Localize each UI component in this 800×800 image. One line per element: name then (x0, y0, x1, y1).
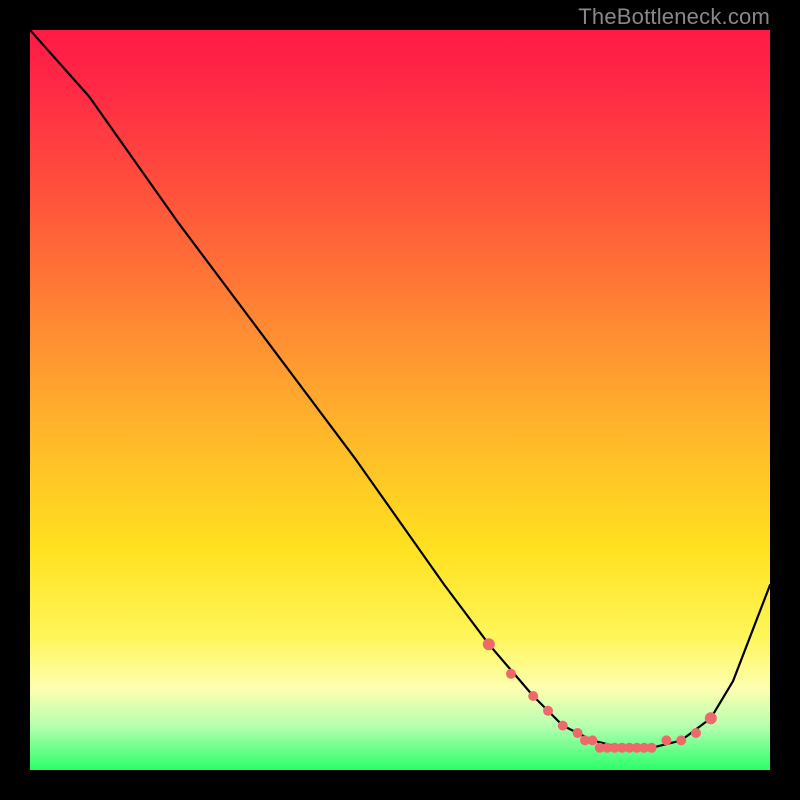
highlight-dot (506, 669, 516, 679)
highlight-dot (705, 712, 717, 724)
highlight-dot (573, 728, 583, 738)
highlight-dot (587, 735, 597, 745)
chart-frame: TheBottleneck.com (0, 0, 800, 800)
curve-svg (30, 30, 770, 770)
highlight-dot (647, 743, 657, 753)
highlight-dot (661, 735, 671, 745)
attribution-label: TheBottleneck.com (578, 4, 770, 30)
bottleneck-curve-line (30, 30, 770, 748)
plot-area (30, 30, 770, 770)
highlight-dot (558, 721, 568, 731)
highlight-dot (691, 728, 701, 738)
highlight-dots-group (483, 638, 717, 753)
highlight-dot (543, 706, 553, 716)
highlight-dot (676, 735, 686, 745)
highlight-dot (483, 638, 495, 650)
highlight-dot (528, 691, 538, 701)
